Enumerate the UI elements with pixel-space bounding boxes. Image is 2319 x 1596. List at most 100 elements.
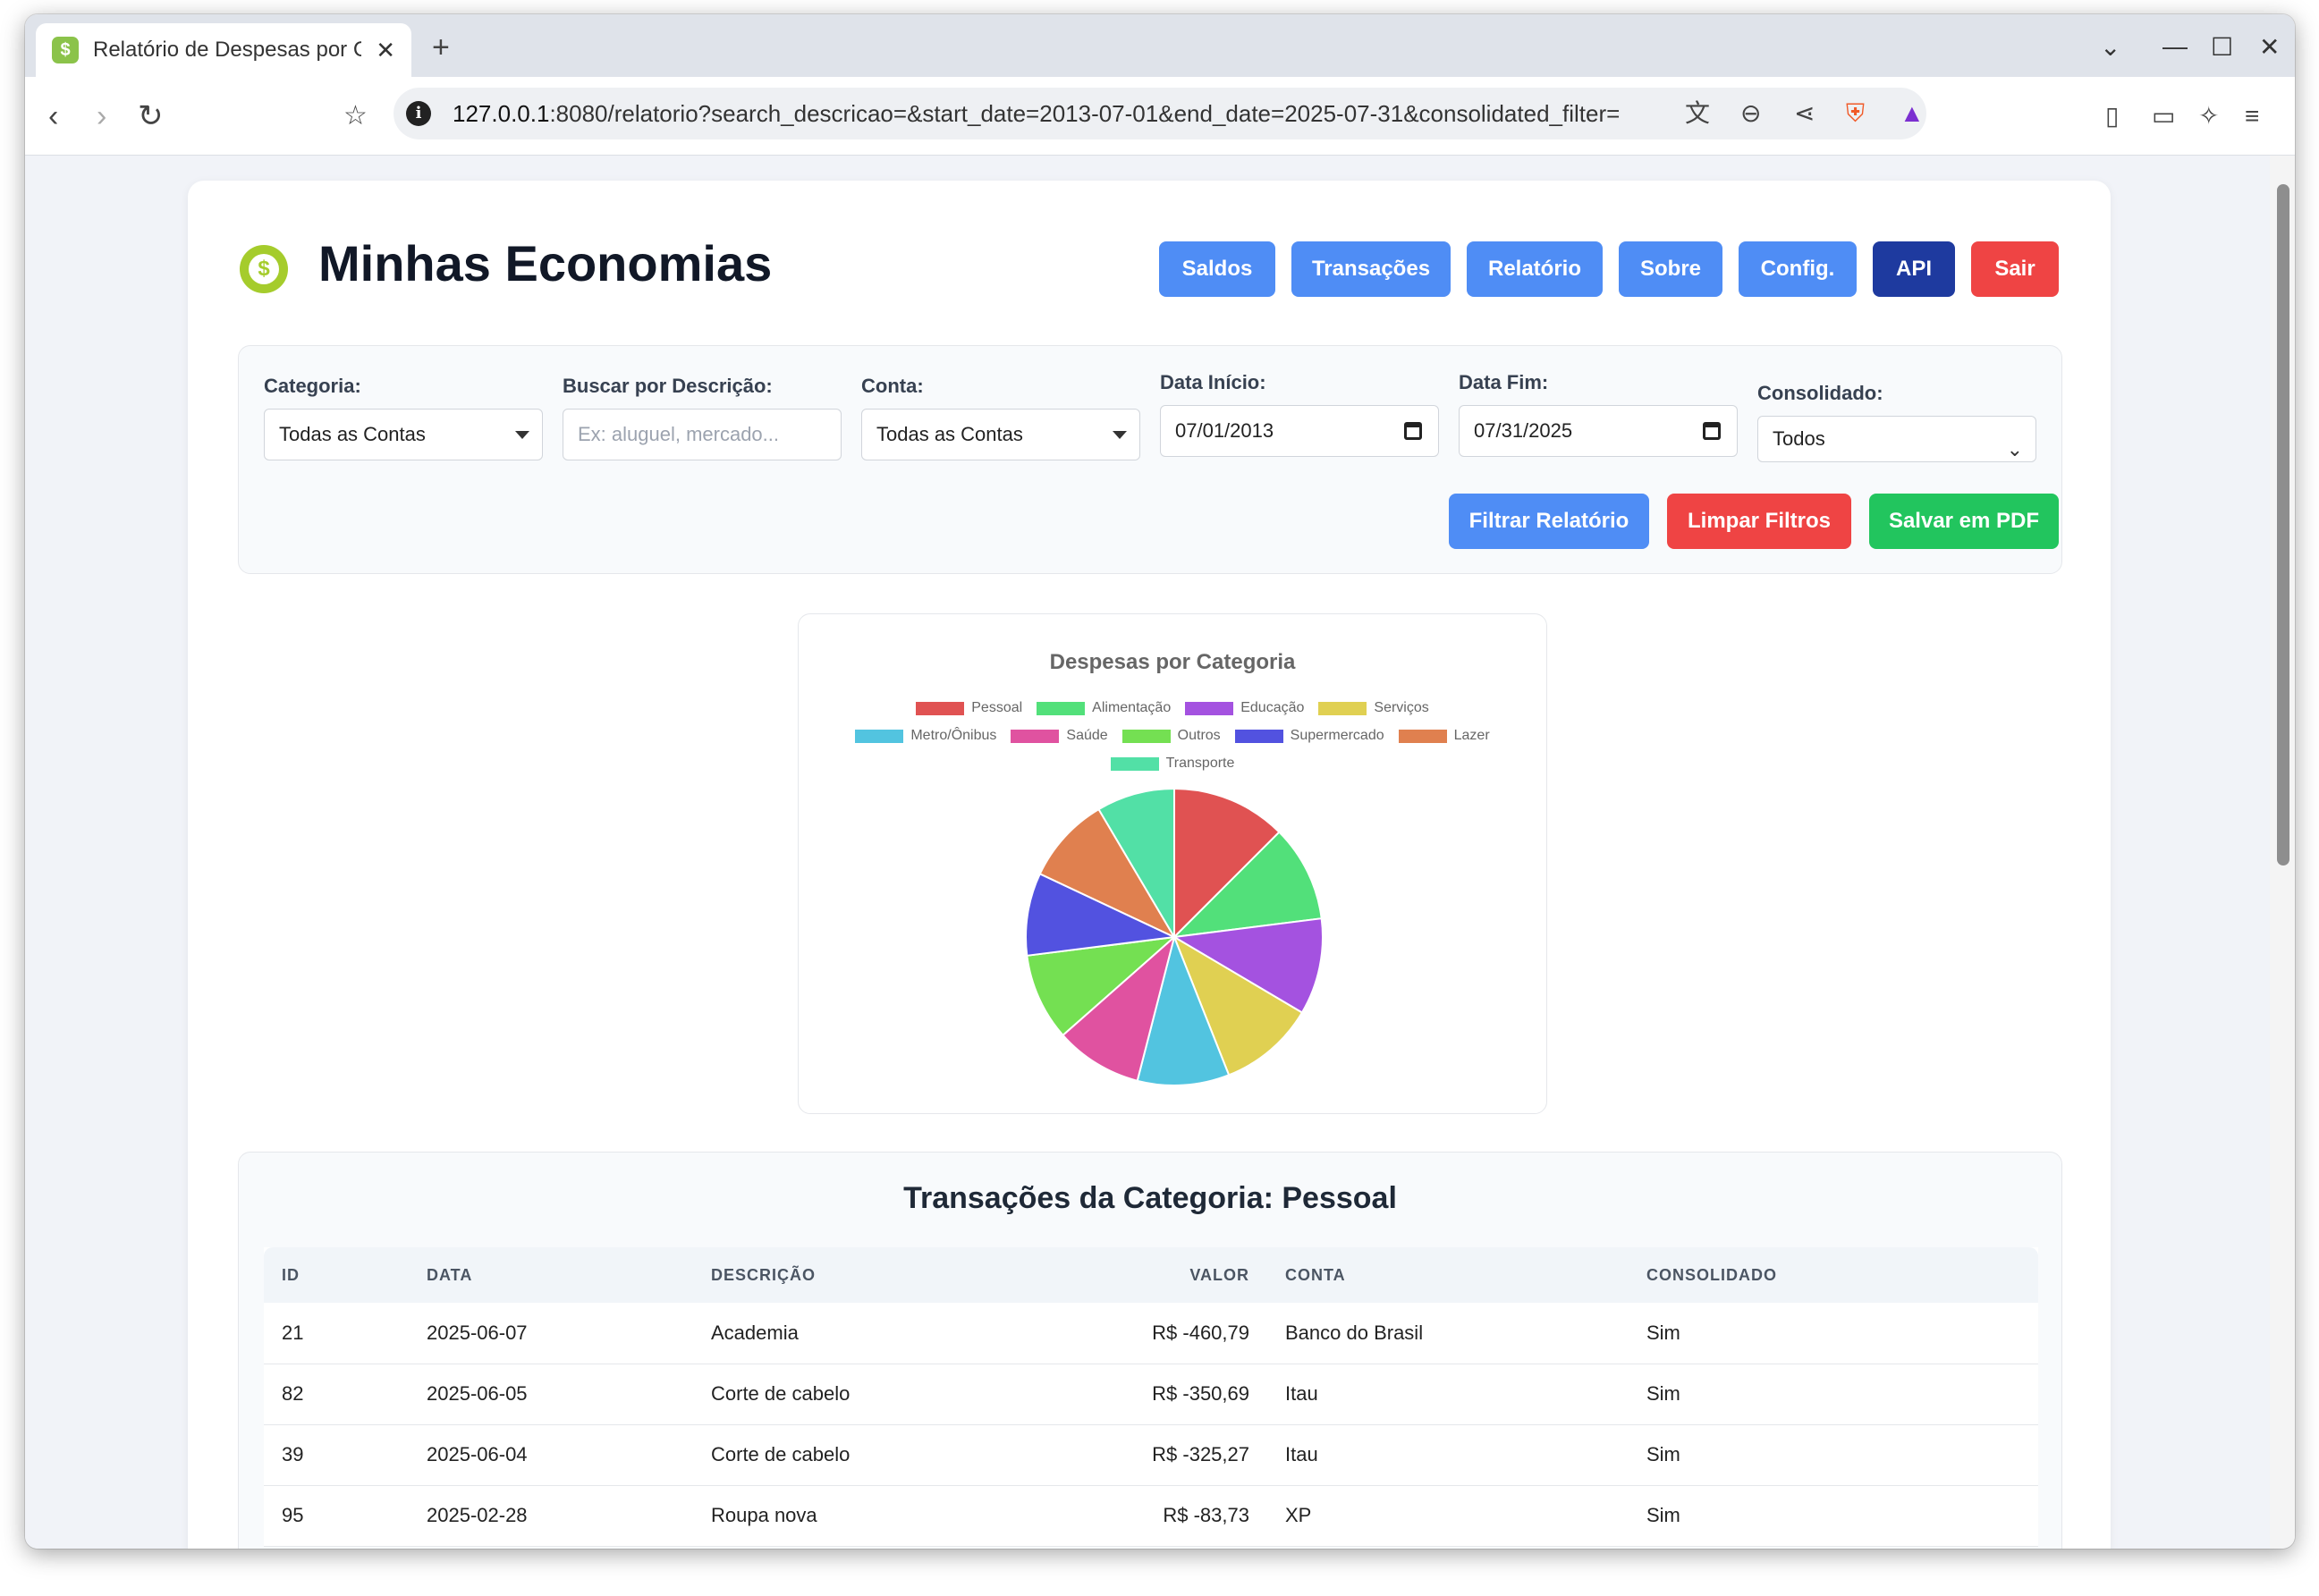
maximize-icon[interactable]: ☐ — [2211, 32, 2233, 62]
conta-select[interactable]: Todas as Contas — [861, 409, 1140, 460]
cell-valor: R$ -460,79 — [1104, 1303, 1267, 1364]
col-consolidado-header[interactable]: CONSOLIDADO — [1629, 1247, 2038, 1303]
browser-tab[interactable]: $ Relatório de Despesas por C ✕ — [36, 23, 411, 77]
main-card: $ Minhas Economias Saldos Transações Rel… — [188, 181, 2111, 1549]
col-descricao-header[interactable]: DESCRIÇÃO — [693, 1247, 1104, 1303]
cell-descricao: Corte de cabelo — [693, 1424, 1104, 1486]
transactions-panel: Transações da Categoria: Pessoal ID DATA… — [238, 1152, 2062, 1549]
bookmark-icon[interactable]: ☆ — [343, 97, 368, 136]
legend-swatch-5 — [1011, 729, 1060, 743]
legend-item[interactable]: Saúde — [1011, 728, 1108, 744]
cell-conta: Itau — [1267, 1364, 1629, 1425]
translate-icon[interactable]: 文 — [1685, 97, 1710, 131]
legend-swatch-0 — [916, 701, 965, 715]
nav-relatorio-button[interactable]: Relatório — [1467, 241, 1603, 297]
nav-api-button[interactable]: API — [1873, 241, 1955, 297]
legend-item[interactable]: Pessoal — [916, 700, 1022, 716]
dropdown-caret-icon — [515, 431, 529, 439]
chart-legend-row-3: Transporte — [799, 756, 1546, 772]
calendar-icon[interactable] — [1404, 422, 1422, 440]
limpar-filtros-button[interactable]: Limpar Filtros — [1667, 494, 1851, 549]
table-row[interactable]: 82 2025-06-05 Corte de cabelo R$ -350,69… — [264, 1364, 2038, 1425]
legend-item[interactable]: Outros — [1121, 728, 1221, 744]
data-fim-input[interactable]: 07/31/2025 — [1459, 405, 1738, 457]
wallet-icon[interactable]: ▭ — [2152, 97, 2175, 136]
new-tab-icon[interactable]: + — [432, 30, 450, 65]
leo-ai-icon[interactable]: ✧ — [2198, 97, 2219, 136]
legend-swatch-2 — [1185, 701, 1234, 715]
nav-sair-button[interactable]: Sair — [1971, 241, 2059, 297]
reload-icon[interactable]: ↻ — [138, 97, 164, 136]
chevron-down-icon: ⌄ — [2006, 438, 2023, 460]
cell-consolidado: Sim — [1629, 1424, 2038, 1486]
filtrar-relatorio-button[interactable]: Filtrar Relatório — [1449, 494, 1649, 549]
cell-id: 21 — [264, 1303, 409, 1364]
page-scrollbar[interactable] — [2270, 156, 2295, 1549]
data-inicio-label: Data Início: — [1160, 371, 1266, 393]
minimize-icon[interactable]: — — [2162, 32, 2188, 61]
scrollbar-thumb[interactable] — [2277, 184, 2289, 866]
calendar-icon[interactable] — [1703, 422, 1721, 440]
consolidado-label: Consolidado: — [1757, 382, 1883, 404]
pie-chart[interactable] — [1024, 787, 1325, 1087]
legend-item[interactable]: Transporte — [1110, 756, 1234, 772]
nav-config-button[interactable]: Config. — [1739, 241, 1857, 297]
table-row[interactable]: 21 2025-06-07 Academia R$ -460,79 Banco … — [264, 1303, 2038, 1364]
legend-item[interactable]: Alimentação — [1037, 700, 1171, 716]
table-row[interactable]: 39 2025-06-04 Corte de cabelo R$ -325,27… — [264, 1424, 2038, 1486]
salvar-pdf-button[interactable]: Salvar em PDF — [1869, 494, 2059, 549]
transactions-table: ID DATA DESCRIÇÃO VALOR CONTA CONSOLIDAD… — [264, 1247, 2038, 1547]
col-id-header[interactable]: ID — [264, 1247, 409, 1303]
dropdown-caret-icon — [1113, 431, 1127, 439]
data-inicio-input[interactable]: 07/01/2013 — [1160, 405, 1439, 457]
sidebar-icon[interactable]: ▯ — [2105, 97, 2119, 136]
cell-valor: R$ -83,73 — [1104, 1485, 1267, 1547]
menu-icon[interactable]: ≡ — [2245, 97, 2259, 136]
back-icon[interactable]: ‹ — [48, 97, 58, 136]
cell-descricao: Roupa nova — [693, 1485, 1104, 1547]
conta-label: Conta: — [861, 375, 924, 397]
cell-data: 2025-06-07 — [409, 1303, 693, 1364]
col-data-header[interactable]: DATA — [409, 1247, 693, 1303]
legend-item[interactable]: Serviços — [1318, 700, 1429, 716]
cell-descricao: Academia — [693, 1303, 1104, 1364]
transactions-title: Transações da Categoria: Pessoal — [903, 1181, 1397, 1215]
browser-toolbar: ‹ › ↻ ☆ i 127.0.0.1:8080/relatorio?searc… — [25, 77, 2295, 156]
zoom-icon[interactable]: ⊖ — [1740, 97, 1761, 131]
brave-rewards-icon[interactable]: ▲ — [1900, 97, 1925, 131]
table-row[interactable]: 95 2025-02-28 Roupa nova R$ -83,73 XP Si… — [264, 1485, 2038, 1547]
chart-title: Despesas por Categoria — [1049, 650, 1296, 674]
cell-data: 2025-06-05 — [409, 1364, 693, 1425]
chart-card: Despesas por Categoria Pessoal Alimentaç… — [798, 613, 1547, 1114]
categoria-select[interactable]: Todas as Contas — [264, 409, 543, 460]
address-bar[interactable]: i 127.0.0.1:8080/relatorio?search_descri… — [394, 88, 1926, 139]
nav-transacoes-button[interactable]: Transações — [1291, 241, 1451, 297]
legend-item[interactable]: Metro/Ônibus — [855, 728, 996, 744]
legend-item[interactable]: Educação — [1185, 700, 1304, 716]
legend-item[interactable]: Lazer — [1398, 728, 1490, 744]
url-text[interactable]: 127.0.0.1:8080/relatorio?search_descrica… — [453, 100, 1620, 128]
data-fim-label: Data Fim: — [1459, 371, 1549, 393]
cell-valor: R$ -325,27 — [1104, 1424, 1267, 1486]
nav-sobre-button[interactable]: Sobre — [1619, 241, 1722, 297]
close-tab-icon[interactable]: ✕ — [376, 37, 395, 64]
forward-icon[interactable]: › — [97, 97, 106, 136]
browser-window: $ Relatório de Despesas por C ✕ + ⌄ — ☐ … — [25, 14, 2295, 1549]
close-window-icon[interactable]: ✕ — [2259, 32, 2280, 62]
busca-input[interactable]: Ex: aluguel, mercado... — [563, 409, 842, 460]
cell-valor: R$ -350,69 — [1104, 1364, 1267, 1425]
legend-item[interactable]: Supermercado — [1234, 728, 1384, 744]
legend-swatch-9 — [1110, 756, 1159, 771]
col-conta-header[interactable]: CONTA — [1267, 1247, 1629, 1303]
consolidado-select[interactable]: Todos ⌄ — [1757, 416, 2036, 462]
tab-list-chevron-icon[interactable]: ⌄ — [2100, 32, 2120, 62]
busca-label: Buscar por Descrição: — [563, 375, 773, 397]
brave-shield-icon[interactable]: ⛨ — [1846, 97, 1865, 131]
page-viewport: $ Minhas Economias Saldos Transações Rel… — [25, 156, 2270, 1549]
site-info-icon[interactable]: i — [406, 101, 431, 126]
col-valor-header[interactable]: VALOR — [1104, 1247, 1267, 1303]
share-icon[interactable]: ⋖ — [1794, 97, 1815, 131]
nav-saldos-button[interactable]: Saldos — [1159, 241, 1275, 297]
cell-consolidado: Sim — [1629, 1303, 2038, 1364]
cell-id: 39 — [264, 1424, 409, 1486]
